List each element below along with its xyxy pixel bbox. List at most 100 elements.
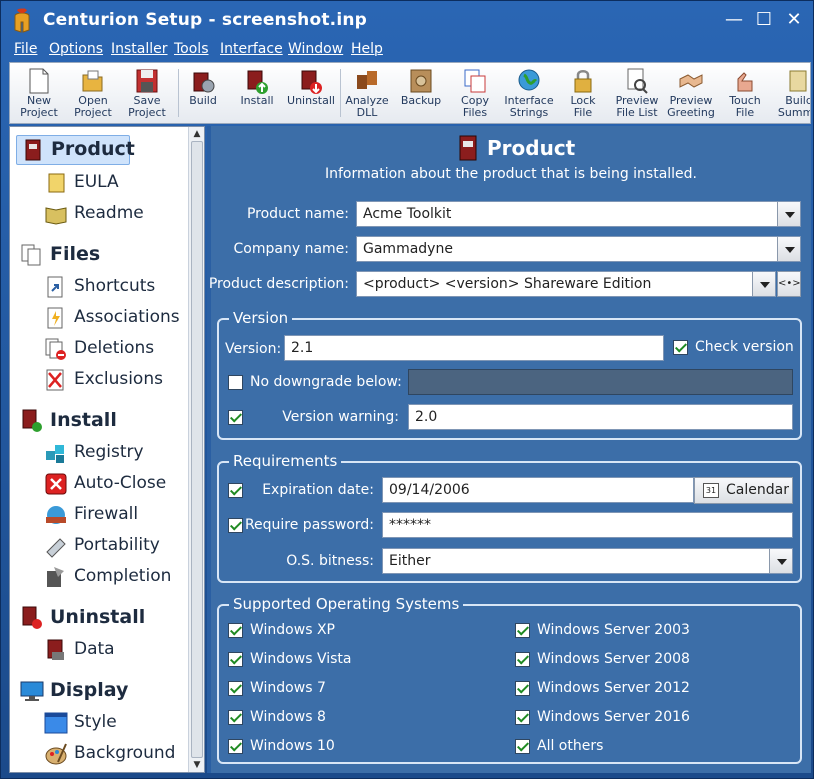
bitness-value: Either <box>389 553 431 569</box>
new-document-icon <box>29 68 49 94</box>
sidebar-item-label: Associations <box>74 307 180 327</box>
open-project-button[interactable]: Open Project <box>66 63 120 123</box>
version-input[interactable]: 2.1 <box>284 335 664 361</box>
delete-file-icon <box>45 338 66 360</box>
calendar-icon: 31 <box>703 483 719 498</box>
minimize-button[interactable]: — <box>723 9 745 31</box>
password-input[interactable]: ****** <box>382 512 793 538</box>
sidebar-item-label: Shortcuts <box>74 276 156 296</box>
company-name-combo[interactable]: Gammadyne <box>356 236 801 262</box>
product-name-value: Acme Toolkit <box>363 206 452 222</box>
copy-files-button[interactable]: Copy Files <box>448 63 502 123</box>
chevron-down-icon[interactable] <box>777 202 800 226</box>
backup-button[interactable]: Backup <box>394 63 448 123</box>
product-name-combo[interactable]: Acme Toolkit <box>356 201 801 227</box>
sidebar-scrollbar[interactable]: ▲ ▼ <box>188 127 204 772</box>
scroll-icon <box>48 173 65 193</box>
chevron-down-icon[interactable] <box>777 237 800 261</box>
expiration-date-input[interactable]: 09/14/2006 <box>382 477 694 503</box>
padlock-icon <box>574 70 592 93</box>
expiration-date-label: Expiration date: <box>262 482 374 498</box>
no-downgrade-input[interactable] <box>408 369 793 395</box>
touch-file-button[interactable]: Touch File <box>718 63 772 123</box>
monitor-icon <box>20 681 44 701</box>
version-warning-input[interactable]: 2.0 <box>408 404 793 430</box>
registry-cubes-icon <box>46 445 64 463</box>
toolbar-label: Build Summa <box>777 94 811 119</box>
os-checkbox-vista[interactable] <box>228 652 243 667</box>
os-checkbox-xp[interactable] <box>228 623 243 638</box>
check-version-checkbox[interactable] <box>673 340 688 355</box>
sidebar-item-label: Deletions <box>74 338 155 358</box>
password-checkbox[interactable] <box>228 518 243 533</box>
menu-options[interactable]: Options <box>49 41 103 57</box>
preview-file-list-button[interactable]: Preview File List <box>610 63 664 123</box>
product-panel: Product Information about the product th… <box>209 126 811 773</box>
check-version-label: Check version <box>695 339 794 355</box>
os-label: Windows Server 2003 <box>537 622 690 638</box>
build-button[interactable]: Build <box>176 63 230 123</box>
sidebar-item-label: Firewall <box>74 504 139 524</box>
product-box-icon <box>25 139 41 161</box>
chevron-down-icon[interactable] <box>752 272 775 296</box>
os-label: Windows 10 <box>250 738 335 754</box>
new-project-button[interactable]: New Project <box>12 63 66 123</box>
uninstall-button[interactable]: Uninstall <box>284 63 338 123</box>
calendar-button-label: Calendar <box>726 482 789 498</box>
preview-list-icon <box>627 68 648 94</box>
chevron-down-icon[interactable] <box>769 549 792 573</box>
os-checkbox-server2012[interactable] <box>515 681 530 696</box>
menu-file[interactable]: File <box>14 41 37 57</box>
sidebar-item-label: Uninstall <box>50 606 146 628</box>
menu-window[interactable]: Window <box>288 41 343 57</box>
install-box-icon <box>22 409 42 432</box>
os-label: Windows Server 2016 <box>537 709 690 725</box>
scroll-thumb[interactable] <box>191 141 203 758</box>
save-project-button[interactable]: Save Project <box>120 63 174 123</box>
product-description-value: <product> <version> Shareware Edition <box>363 276 652 292</box>
menu-tools[interactable]: Tools <box>174 41 209 57</box>
build-summary-button[interactable]: Build Summa <box>772 63 810 123</box>
close-button[interactable]: ✕ <box>783 9 805 31</box>
toolbar: New Project Open Project Save Project Bu… <box>9 62 811 124</box>
version-label: Version: <box>225 341 282 357</box>
analyze-dll-icon <box>357 71 377 89</box>
version-warning-checkbox[interactable] <box>228 410 243 425</box>
scroll-up-icon[interactable]: ▲ <box>191 128 203 140</box>
interface-strings-button[interactable]: Interface Strings <box>502 63 556 123</box>
product-description-combo[interactable]: <product> <version> Shareware Edition <box>356 271 776 297</box>
install-button[interactable]: Install <box>230 63 284 123</box>
os-checkbox-win8[interactable] <box>228 710 243 725</box>
os-checkbox-win10[interactable] <box>228 739 243 754</box>
app-window: Centurion Setup - screenshot.inp — ☐ ✕ F… <box>0 0 814 779</box>
calendar-button[interactable]: 31 Calendar <box>694 477 793 504</box>
menu-help[interactable]: Help <box>351 41 383 57</box>
analyze-dll-button[interactable]: Analyze DLL <box>340 63 394 123</box>
os-label: All others <box>537 738 604 754</box>
handshake-icon <box>679 74 703 88</box>
bitness-select[interactable]: Either <box>382 548 793 574</box>
menu-installer[interactable]: Installer <box>111 41 168 57</box>
os-checkbox-all-others[interactable] <box>515 739 530 754</box>
globe-icon <box>518 69 540 91</box>
scroll-down-icon[interactable]: ▼ <box>191 759 203 771</box>
lock-file-button[interactable]: Lock File <box>556 63 610 123</box>
expiration-checkbox[interactable] <box>228 483 243 498</box>
files-icon <box>21 244 41 266</box>
no-downgrade-checkbox[interactable] <box>228 375 243 390</box>
os-checkbox-win7[interactable] <box>228 681 243 696</box>
os-checkbox-server2016[interactable] <box>515 710 530 725</box>
expand-macros-button[interactable]: <•> <box>777 271 801 297</box>
book-icon <box>45 207 67 225</box>
preview-greeting-button[interactable]: Preview Greeting <box>664 63 718 123</box>
os-checkbox-server2003[interactable] <box>515 623 530 638</box>
sidebar-item-product[interactable]: Product <box>16 135 135 165</box>
sidebar-item-label: Files <box>50 243 101 265</box>
install-box-icon <box>247 70 268 94</box>
version-warning-label: Version warning: <box>282 409 399 425</box>
menu-interface[interactable]: Interface <box>220 41 283 57</box>
maximize-button[interactable]: ☐ <box>753 9 775 31</box>
spartan-helmet-icon <box>14 8 30 33</box>
os-checkbox-server2008[interactable] <box>515 652 530 667</box>
sidebar-item-label: Install <box>50 409 117 431</box>
